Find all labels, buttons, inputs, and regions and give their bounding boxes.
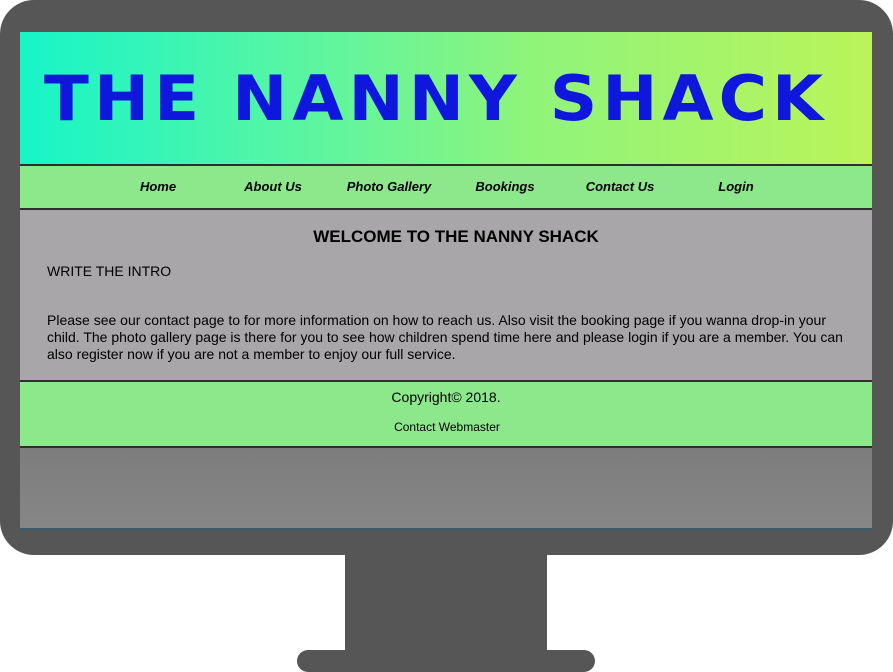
copyright-text: Copyright© 2018. xyxy=(391,389,501,405)
nav-bookings[interactable]: Bookings xyxy=(475,166,534,208)
empty-page-area xyxy=(20,448,872,530)
info-paragraph: Please see our contact page to for more … xyxy=(47,312,843,362)
site-logo-title: THE NANNY SHACK xyxy=(43,61,829,135)
site-banner: THE NANNY SHACK xyxy=(20,32,872,164)
nav-contact-us[interactable]: Contact Us xyxy=(586,166,655,208)
monitor-frame: THE NANNY SHACK Home About Us Photo Gall… xyxy=(0,0,893,555)
monitor-screen: THE NANNY SHACK Home About Us Photo Gall… xyxy=(20,32,872,530)
nav-photo-gallery[interactable]: Photo Gallery xyxy=(347,166,432,208)
monitor-stand-neck xyxy=(345,553,547,655)
site-footer: Copyright© 2018. Contact Webmaster xyxy=(20,380,872,448)
main-content: WELCOME TO THE NANNY SHACK WRITE THE INT… xyxy=(20,210,872,380)
nav-login[interactable]: Login xyxy=(718,166,753,208)
intro-text: WRITE THE INTRO xyxy=(47,263,172,279)
monitor-stand-base xyxy=(297,650,595,672)
nav-bar: Home About Us Photo Gallery Bookings Con… xyxy=(20,164,872,210)
contact-webmaster-link[interactable]: Contact Webmaster xyxy=(20,420,872,434)
nav-home[interactable]: Home xyxy=(140,166,176,208)
nav-about-us[interactable]: About Us xyxy=(244,166,302,208)
page-heading: WELCOME TO THE NANNY SHACK xyxy=(313,227,599,246)
